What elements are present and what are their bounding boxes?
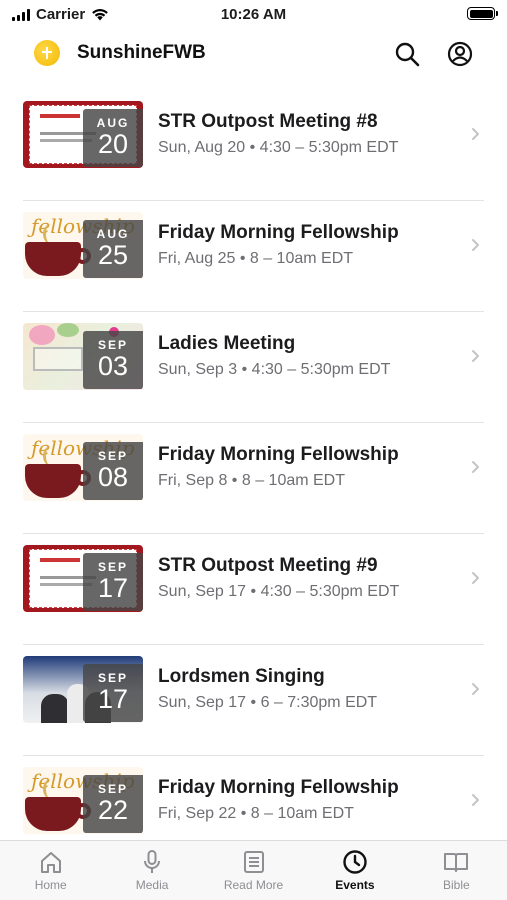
tab-bible[interactable]: Bible — [406, 841, 507, 900]
home-icon — [40, 852, 61, 873]
search-icon — [395, 42, 420, 67]
event-row[interactable]: SEP 17 STR Outpost Meeting #9 Sun, Sep 17 •… — [0, 534, 507, 645]
status-bar: Carrier 10:26 AM — [0, 0, 507, 30]
event-row[interactable]: SEP 03 Ladies Meeting Sun, Sep 3 • 4:30 – 5… — [0, 312, 507, 423]
event-row[interactable]: ƒellowshipSEP08 Friday Morning Fellowship… — [0, 423, 507, 534]
tab-label: Bible — [442, 878, 470, 892]
tab-label: Media — [135, 878, 169, 892]
tab-label: Home — [34, 878, 67, 892]
chevron-right-icon — [472, 239, 479, 251]
event-title: Friday Morning Fellowship — [158, 444, 399, 465]
date-day: 03 — [97, 351, 129, 381]
date-month: SEP — [97, 782, 128, 796]
date-month: AUG — [96, 227, 130, 241]
date-badge: SEP 22 — [83, 775, 143, 833]
event-thumbnail: AUG 20 — [23, 101, 143, 168]
event-datetime: Fri, Sep 22 • 8 – 10am EDT — [158, 805, 354, 822]
battery-icon — [467, 7, 498, 20]
date-month: AUG — [96, 116, 130, 130]
tab-home[interactable]: Home — [0, 841, 101, 900]
event-thumbnail: ƒellowshipSEP08 — [23, 434, 143, 501]
date-badge: AUG 20 — [83, 109, 143, 167]
date-day: 17 — [97, 684, 129, 714]
chevron-right-icon — [472, 794, 479, 806]
app-header: SunshineFWB — [0, 30, 507, 78]
date-month: SEP — [97, 560, 128, 574]
search-button[interactable] — [393, 40, 421, 68]
app-title: SunshineFWB — [77, 42, 206, 63]
date-day: 08 — [97, 462, 129, 492]
event-title: Friday Morning Fellowship — [158, 222, 399, 243]
date-badge: SEP 17 — [83, 553, 143, 611]
chevron-right-icon — [472, 350, 479, 362]
date-day: 25 — [97, 240, 129, 270]
event-row[interactable]: ƒellowshipSEP22 Friday Morning Fellowship… — [0, 756, 507, 840]
event-datetime: Sun, Sep 17 • 4:30 – 5:30pm EDT — [158, 583, 400, 600]
account-icon — [447, 41, 473, 67]
date-day: 22 — [97, 795, 129, 825]
event-list: AUG 20 STR Outpost Meeting #8 Sun, Aug 20 •… — [0, 90, 507, 840]
date-badge: SEP 17 — [83, 664, 143, 722]
event-datetime: Fri, Sep 8 • 8 – 10am EDT — [158, 472, 346, 489]
date-day: 20 — [97, 129, 129, 159]
sun-logo-icon — [34, 40, 60, 66]
event-title: Ladies Meeting — [158, 333, 296, 354]
event-datetime: Sun, Aug 20 • 4:30 – 5:30pm EDT — [158, 139, 399, 156]
event-row[interactable]: AUG 20 STR Outpost Meeting #8 Sun, Aug 20 •… — [0, 90, 507, 201]
date-month: SEP — [97, 449, 128, 463]
event-thumbnail: ƒellowshipSEP22 — [23, 767, 143, 834]
date-badge: SEP 08 — [83, 442, 143, 500]
tab-label: Read More — [223, 878, 284, 892]
event-title: STR Outpost Meeting #8 — [158, 111, 378, 132]
event-title: Friday Morning Fellowship — [158, 777, 399, 798]
date-day: 17 — [97, 573, 129, 603]
chevron-right-icon — [472, 683, 479, 695]
tab-bar: Home Media Read More Events Bible — [0, 840, 507, 900]
event-title: Lordsmen Singing — [158, 666, 325, 687]
tab-label: Events — [335, 878, 375, 892]
event-datetime: Fri, Aug 25 • 8 – 10am EDT — [158, 250, 354, 267]
chevron-right-icon — [472, 572, 479, 584]
event-datetime: Sun, Sep 3 • 4:30 – 5:30pm EDT — [158, 361, 391, 378]
document-icon — [243, 851, 264, 873]
microphone-icon — [144, 850, 161, 873]
chevron-right-icon — [472, 461, 479, 473]
event-datetime: Sun, Sep 17 • 6 – 7:30pm EDT — [158, 694, 378, 711]
event-thumbnail: SEP 17 — [23, 656, 143, 723]
chevron-right-icon — [472, 128, 479, 140]
event-title: STR Outpost Meeting #9 — [158, 555, 378, 576]
date-month: SEP — [97, 338, 128, 352]
date-badge: SEP 03 — [83, 331, 143, 389]
date-month: SEP — [97, 671, 128, 685]
event-row[interactable]: ƒellowshipAUG25 Friday Morning Fellowship… — [0, 201, 507, 312]
tab-media[interactable]: Media — [101, 841, 202, 900]
clock-icon — [343, 850, 367, 874]
tab-read-more[interactable]: Read More — [203, 841, 304, 900]
event-thumbnail: SEP 03 — [23, 323, 143, 390]
book-icon — [444, 853, 469, 872]
event-thumbnail: ƒellowshipAUG25 — [23, 212, 143, 279]
account-button[interactable] — [446, 40, 474, 68]
date-badge: AUG 25 — [83, 220, 143, 278]
status-time: 10:26 AM — [220, 6, 287, 23]
event-row[interactable]: SEP 17 Lordsmen Singing Sun, Sep 17 • 6 – 7… — [0, 645, 507, 756]
tab-events[interactable]: Events — [304, 841, 405, 900]
event-thumbnail: SEP 17 — [23, 545, 143, 612]
